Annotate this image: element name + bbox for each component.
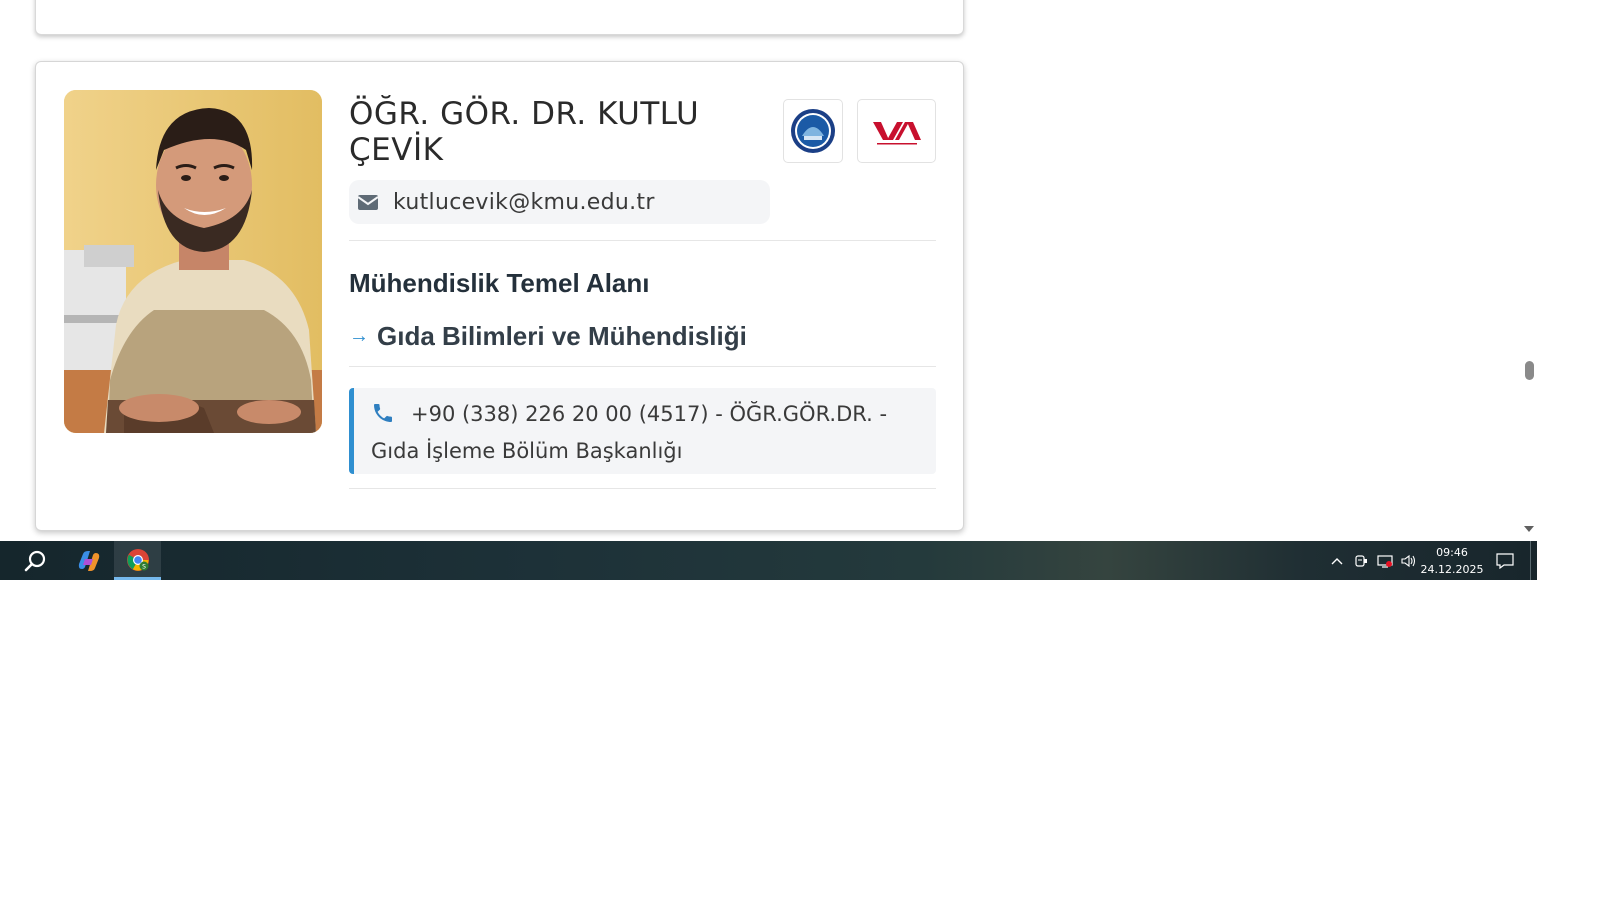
divider (349, 240, 936, 241)
phone-icon (374, 404, 392, 422)
arrow-right-icon: → (349, 325, 369, 347)
copilot-icon[interactable] (76, 549, 102, 573)
svg-text:S: S (142, 564, 146, 571)
contact-text: +90 (338) 226 20 00 (4517) - ÖĞR.GÖR.DR.… (371, 402, 888, 463)
contact-box: +90 (338) 226 20 00 (4517) - ÖĞR.GÖR.DR.… (349, 388, 936, 474)
field-heading: Mühendislik Temel Alanı (349, 268, 650, 298)
notification-icon[interactable] (1493, 541, 1517, 580)
kmu-logo-link[interactable] (783, 99, 843, 163)
chrome-icon: S (126, 548, 150, 572)
subfield-label: Gıda Bilimleri ve Mühendisliği (377, 321, 747, 351)
browser-viewport: ÖĞR. GÖR. DR. KUTLU ÇEVİK kutlucevik@kmu… (0, 0, 1537, 541)
kmu-university-logo (791, 109, 835, 153)
show-desktop-button[interactable] (1530, 541, 1537, 580)
divider (349, 488, 936, 489)
scroll-down-arrow-icon[interactable] (1524, 526, 1534, 532)
profile-card: ÖĞR. GÖR. DR. KUTLU ÇEVİK kutlucevik@kmu… (35, 61, 964, 531)
email-pill[interactable]: kutlucevik@kmu.edu.tr (349, 180, 770, 224)
envelope-icon (357, 193, 379, 211)
taskbar: S 09:46 24.12.2025 (0, 541, 1537, 580)
taskbar-clock[interactable]: 09:46 24.12.2025 (1419, 544, 1485, 578)
scrollbar-thumb[interactable] (1525, 361, 1534, 380)
search-icon[interactable] (23, 549, 47, 573)
volume-icon[interactable] (1399, 541, 1419, 580)
chevron-up-icon[interactable] (1328, 541, 1346, 580)
yok-logo-link[interactable] (857, 99, 936, 163)
clock-time: 09:46 (1436, 546, 1468, 559)
email-link[interactable]: kutlucevik@kmu.edu.tr (393, 190, 655, 215)
previous-profile-card (35, 0, 964, 35)
subfield-item: → Gıda Bilimleri ve Mühendisliği (349, 321, 747, 352)
network-icon[interactable] (1375, 541, 1395, 580)
taskbar-chrome-button[interactable]: S (114, 541, 161, 580)
divider (349, 366, 936, 367)
yok-logo (872, 122, 921, 145)
meet-now-icon[interactable] (1352, 541, 1370, 580)
vertical-scrollbar[interactable] (1522, 0, 1537, 541)
clock-date: 24.12.2025 (1420, 563, 1484, 576)
profile-name: ÖĞR. GÖR. DR. KUTLU ÇEVİK (349, 96, 700, 168)
profile-photo (64, 90, 322, 433)
